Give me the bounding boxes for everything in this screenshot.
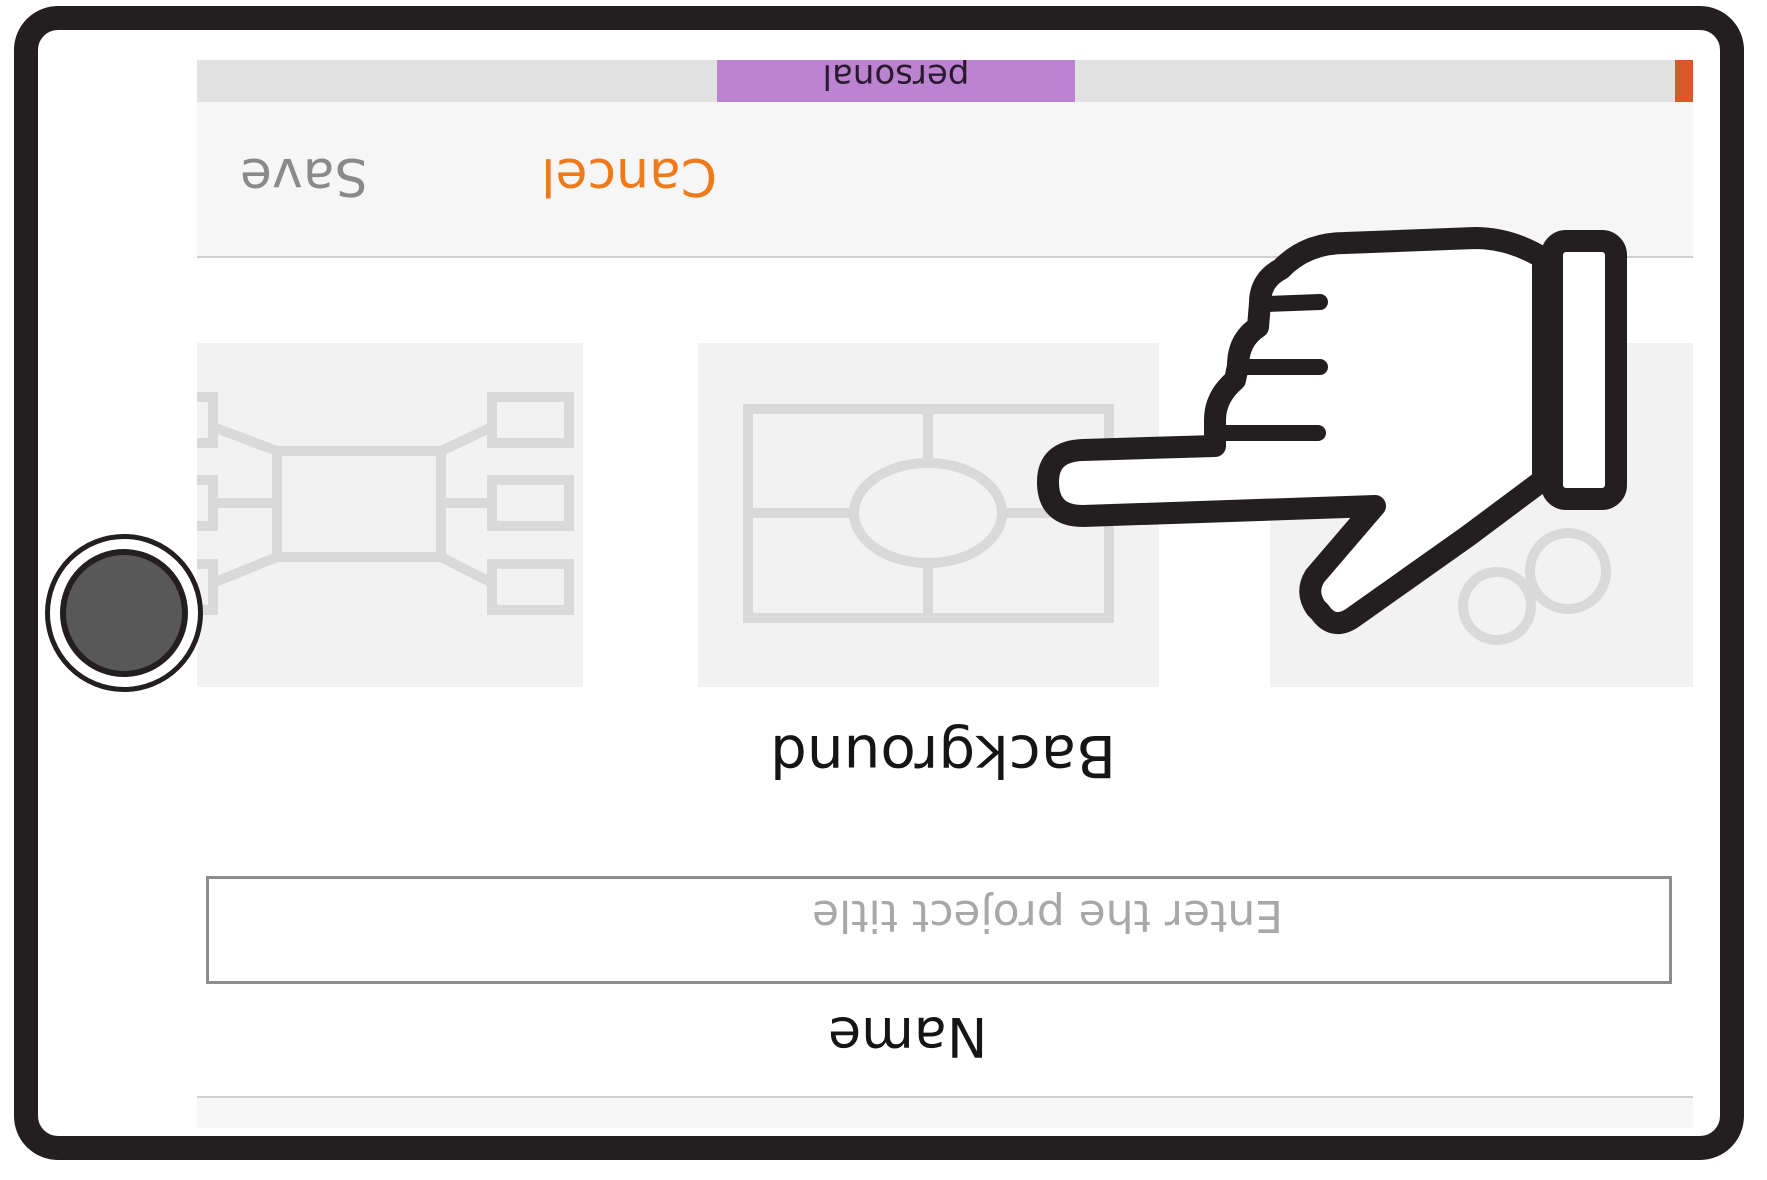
home-button[interactable] — [45, 534, 203, 692]
bottom-strip — [197, 1098, 1693, 1128]
mindmap-template-icon — [197, 392, 574, 615]
template-tile-mindmap[interactable] — [197, 343, 583, 687]
template-section-label: Background — [769, 722, 1117, 790]
save-button[interactable]: Save — [240, 146, 368, 206]
name-field-label: Name — [828, 1005, 988, 1068]
home-button-icon — [60, 549, 188, 677]
project-card-label: personal — [822, 60, 970, 96]
project-title-input[interactable] — [206, 876, 1672, 984]
project-card-personal[interactable]: personal — [717, 60, 1075, 102]
project-card-edge — [1675, 60, 1693, 102]
pointing-hand-icon — [1037, 227, 1627, 634]
cancel-button[interactable]: Cancel — [541, 146, 717, 206]
